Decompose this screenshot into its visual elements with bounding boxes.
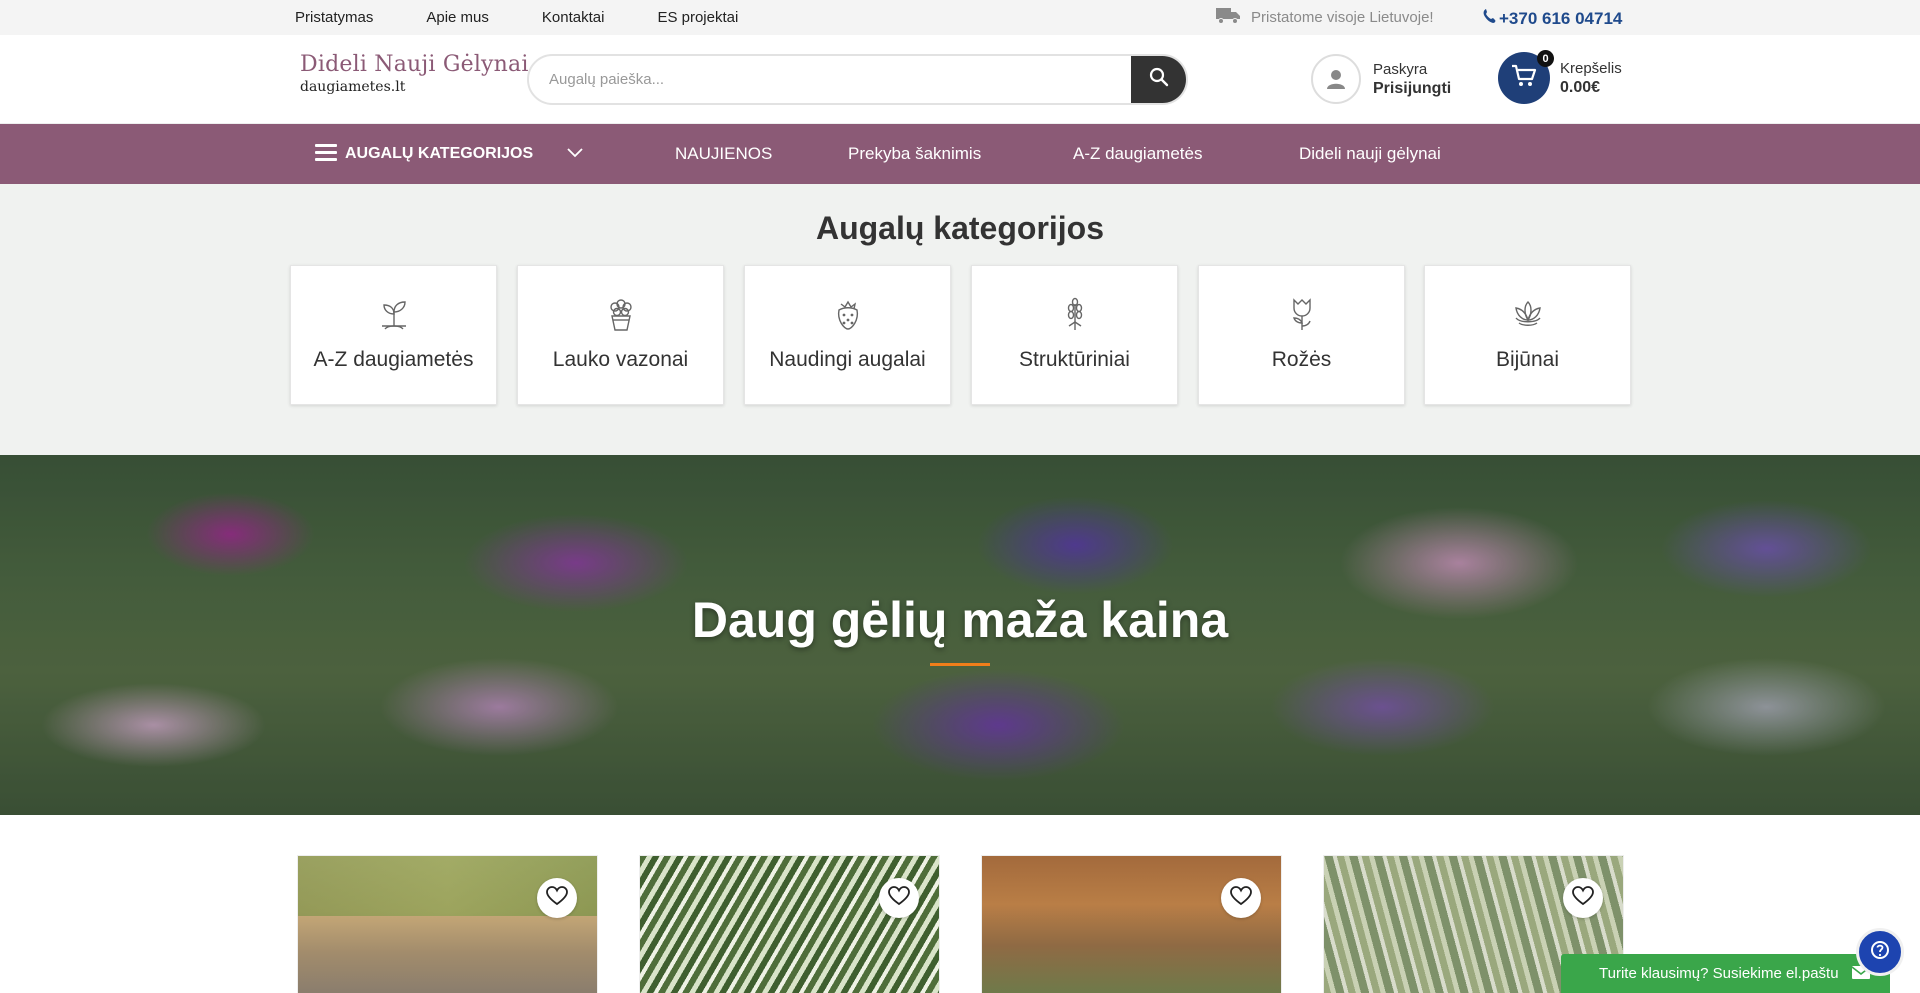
wishlist-button[interactable] (537, 878, 577, 918)
hero-banner: Daug gėlių maža kaina (0, 455, 1920, 815)
peony-icon (1510, 296, 1546, 336)
category-card-rozes[interactable]: Rožės (1198, 265, 1405, 405)
categories-menu-label: AUGALŲ KATEGORIJOS (345, 145, 534, 162)
hero-title: Daug gėlių maža kaina (691, 592, 1229, 648)
product-card[interactable] (639, 855, 940, 993)
category-card-naudingi-augalai[interactable]: Naudingi augalai (744, 265, 951, 405)
search-icon (1149, 67, 1169, 92)
nav-item-naujienos[interactable]: NAUJIENOS (675, 124, 772, 184)
site-logo[interactable]: Dideli Nauji Gėlynai daugiametes.lt (300, 52, 529, 95)
product-card[interactable] (297, 855, 598, 993)
help-chat-button[interactable] (1856, 928, 1904, 976)
top-links: Pristatymas Apie mus Kontaktai ES projek… (295, 0, 791, 35)
nav-item-prekyba-saknimis[interactable]: Prekyba šaknimis (848, 124, 981, 184)
categories-section: Augalų kategorijos A-Z daugiametės Lauko… (0, 184, 1920, 455)
top-link-es-projektai[interactable]: ES projektai (657, 9, 738, 26)
grass-plant-icon (1057, 296, 1093, 336)
search-bar (527, 54, 1188, 105)
heart-icon (888, 885, 910, 911)
contact-email-widget[interactable]: Turite klausimų? Susiekime el.paštu (1561, 954, 1890, 993)
account-label: Paskyra (1373, 60, 1428, 78)
category-label: Struktūriniai (1019, 348, 1130, 371)
search-input[interactable] (529, 56, 1119, 103)
top-link-apie-mus[interactable]: Apie mus (426, 9, 489, 26)
logo-title: Dideli Nauji Gėlynai (300, 52, 529, 77)
user-icon (1311, 54, 1361, 104)
cart-total: 0.00€ (1560, 78, 1601, 96)
hamburger-icon (315, 142, 337, 167)
heart-icon (1230, 885, 1252, 911)
flower-pot-icon (603, 296, 639, 336)
category-label: A-Z daugiametės (313, 348, 474, 371)
category-card-strukturiniai[interactable]: Struktūriniai (971, 265, 1178, 405)
categories-title: Augalų kategorijos (815, 210, 1105, 246)
category-card-bijunai[interactable]: Bijūnai (1424, 265, 1631, 405)
login-link[interactable]: Prisijungti (1373, 80, 1451, 98)
rose-icon (1284, 296, 1320, 336)
truck-icon (1215, 6, 1241, 28)
strawberry-icon (830, 296, 866, 336)
shipping-text: Pristatome visoje Lietuvoje! (1251, 8, 1434, 26)
category-card-az-daugiametes[interactable]: A-Z daugiametės (290, 265, 497, 405)
question-icon (1870, 940, 1890, 965)
wishlist-button[interactable] (1221, 878, 1261, 918)
heart-icon (1572, 885, 1594, 911)
main-nav: AUGALŲ KATEGORIJOS NAUJIENOS Prekyba šak… (0, 124, 1920, 184)
heart-icon (546, 885, 568, 911)
category-label: Naudingi augalai (769, 348, 926, 371)
wishlist-button[interactable] (1563, 878, 1603, 918)
account-link[interactable]: Paskyra Prisijungti (1311, 54, 1451, 104)
wishlist-button[interactable] (879, 878, 919, 918)
phone-icon (1483, 8, 1496, 29)
nav-item-dideli-nauji-gelynai[interactable]: Dideli nauji gėlynai (1299, 124, 1441, 184)
top-link-kontaktai[interactable]: Kontaktai (542, 9, 605, 26)
contact-widget-text: Turite klausimų? Susiekime el.paštu (1599, 965, 1839, 982)
search-button[interactable] (1131, 56, 1186, 103)
chevron-down-icon (567, 145, 583, 163)
sprout-icon (376, 296, 412, 336)
category-label: Lauko vazonai (552, 348, 689, 371)
phone-number: +370 616 04714 (1499, 8, 1623, 28)
categories-menu-toggle[interactable]: AUGALŲ KATEGORIJOS (315, 124, 583, 184)
logo-subtitle: daugiametes.lt (300, 79, 406, 95)
cart-button[interactable]: 0 (1498, 50, 1554, 104)
phone-link[interactable]: +370 616 04714 (1483, 8, 1622, 29)
nav-item-az-daugiametes[interactable]: A-Z daugiametės (1073, 124, 1202, 184)
category-label: Bijūnai (1495, 348, 1560, 371)
hero-underline (930, 663, 990, 666)
site-header: Dideli Nauji Gėlynai daugiametes.lt Pask… (0, 35, 1920, 124)
shipping-info: Pristatome visoje Lietuvoje! (1215, 6, 1434, 28)
category-label: Rožės (1271, 348, 1332, 371)
cart-icon (1511, 64, 1537, 93)
cart-link[interactable]: 0 Krepšelis 0.00€ (1498, 50, 1622, 104)
category-card-lauko-vazonai[interactable]: Lauko vazonai (517, 265, 724, 405)
product-card[interactable] (981, 855, 1282, 993)
top-link-pristatymas[interactable]: Pristatymas (295, 9, 373, 26)
cart-count-badge: 0 (1537, 50, 1554, 67)
top-utility-bar: Pristatymas Apie mus Kontaktai ES projek… (0, 0, 1920, 35)
cart-label: Krepšelis (1560, 59, 1622, 77)
